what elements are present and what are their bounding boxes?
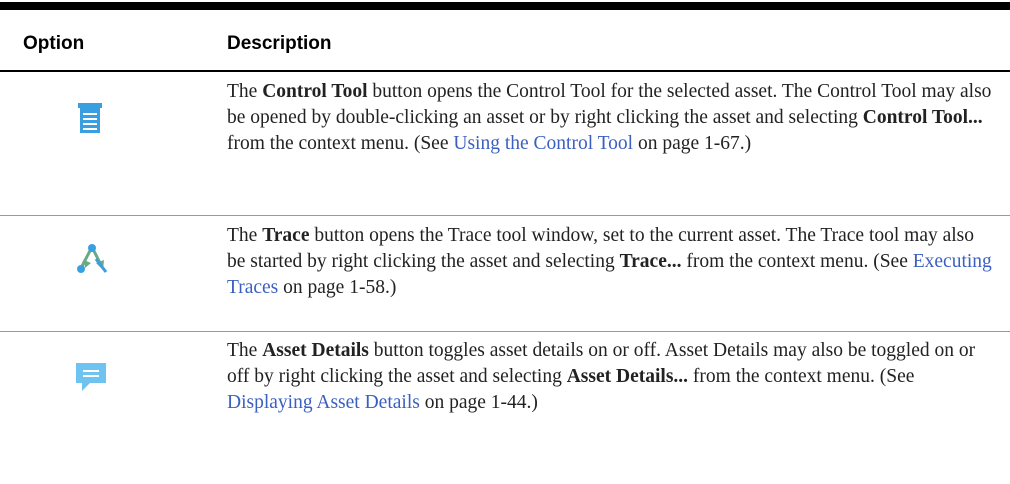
- bold-term: Control Tool: [262, 81, 368, 102]
- header-description: Description: [227, 33, 332, 54]
- header-option: Option: [23, 33, 85, 54]
- control-tool-icon: [78, 103, 102, 138]
- table-header: Option Description: [0, 10, 1010, 72]
- row-description: The Control Tool button opens the Contro…: [227, 81, 992, 154]
- link-using-control-tool[interactable]: Using the Control Tool: [453, 133, 633, 154]
- trace-icon: [76, 243, 108, 280]
- row-description: The Trace button opens the Trace tool wi…: [227, 225, 992, 298]
- asset-details-icon: [76, 363, 106, 398]
- table-row-asset-details: The Asset Details button toggles asset d…: [0, 332, 1010, 472]
- bold-term: Control Tool...: [862, 107, 983, 128]
- table-row-trace: The Trace button opens the Trace tool wi…: [0, 216, 1010, 330]
- table-row-control-tool: The Control Tool button opens the Contro…: [0, 72, 1010, 214]
- bold-term: Asset Details...: [566, 366, 689, 387]
- bold-term: Asset Details: [262, 340, 369, 361]
- bold-term: Trace: [262, 225, 310, 246]
- row-description: The Asset Details button toggles asset d…: [227, 340, 976, 413]
- table-top-rule: [0, 2, 1010, 10]
- link-displaying-asset-details[interactable]: Displaying Asset Details: [227, 392, 420, 413]
- bold-term: Trace...: [619, 251, 682, 272]
